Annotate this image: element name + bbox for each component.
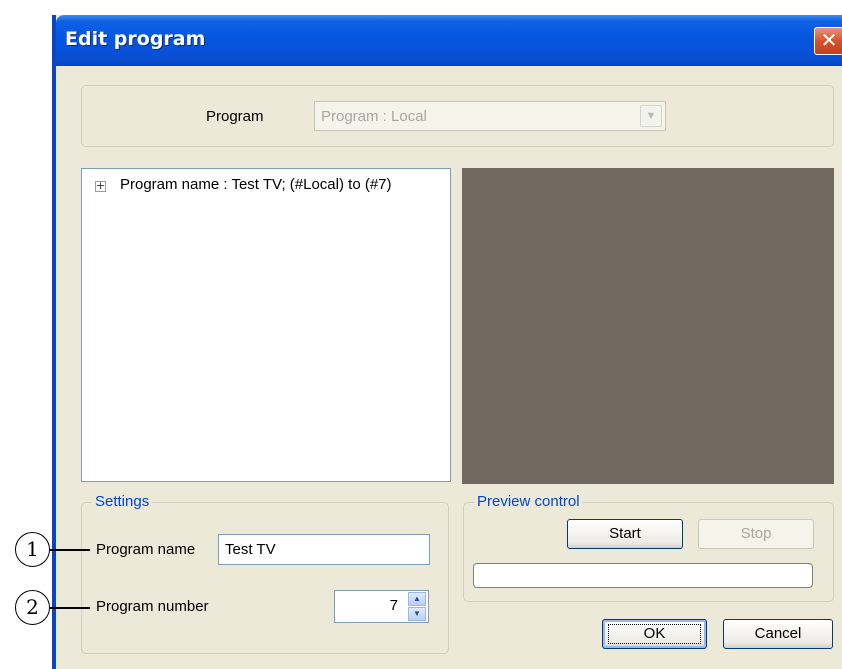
plus-box-icon[interactable]: + — [95, 180, 106, 192]
program-label: Program — [206, 108, 264, 125]
callout-2: 2 — [15, 590, 50, 625]
arrow-down-icon[interactable]: ▼ — [408, 607, 426, 621]
stop-button: Stop — [698, 519, 814, 549]
close-button[interactable]: ✕ — [814, 27, 842, 55]
arrow-up-icon[interactable]: ▲ — [408, 592, 426, 606]
focus-rectangle — [608, 624, 701, 644]
tree-item-label[interactable]: Program name : Test TV; (#Local) to (#7) — [120, 176, 392, 193]
settings-groupbox: Settings — [81, 493, 449, 654]
callout-2-line — [50, 607, 90, 609]
start-button[interactable]: Start — [567, 519, 683, 549]
preview-control-caption: Preview control — [474, 493, 583, 510]
callout-1-line — [50, 549, 90, 551]
program-tree[interactable]: + Program name : Test TV; (#Local) to (#… — [81, 168, 451, 482]
program-select-value: Program : Local — [321, 108, 427, 125]
edit-program-dialog: Edit program ✕ Program Program : Local ▼… — [52, 15, 842, 669]
ok-button[interactable]: OK — [602, 619, 707, 649]
title-bar[interactable]: Edit program ✕ — [56, 15, 842, 66]
settings-caption: Settings — [92, 493, 153, 510]
close-icon: ✕ — [820, 28, 838, 52]
program-select[interactable]: Program : Local ▼ — [314, 101, 666, 131]
callout-1: 1 — [15, 532, 50, 567]
cancel-button[interactable]: Cancel — [723, 619, 833, 649]
program-name-label: Program name — [96, 541, 196, 558]
program-name-input-box[interactable] — [218, 534, 430, 565]
program-number-value[interactable]: 7 — [390, 597, 398, 614]
chevron-down-icon[interactable]: ▼ — [640, 105, 662, 127]
program-name-input[interactable] — [219, 535, 429, 564]
dialog-title: Edit program — [65, 28, 206, 50]
program-number-label: Program number — [96, 598, 209, 615]
program-number-stepper[interactable]: 7 ▲ ▼ — [334, 590, 429, 623]
preview-progress-bar — [473, 563, 813, 588]
preview-video-area — [462, 168, 834, 484]
